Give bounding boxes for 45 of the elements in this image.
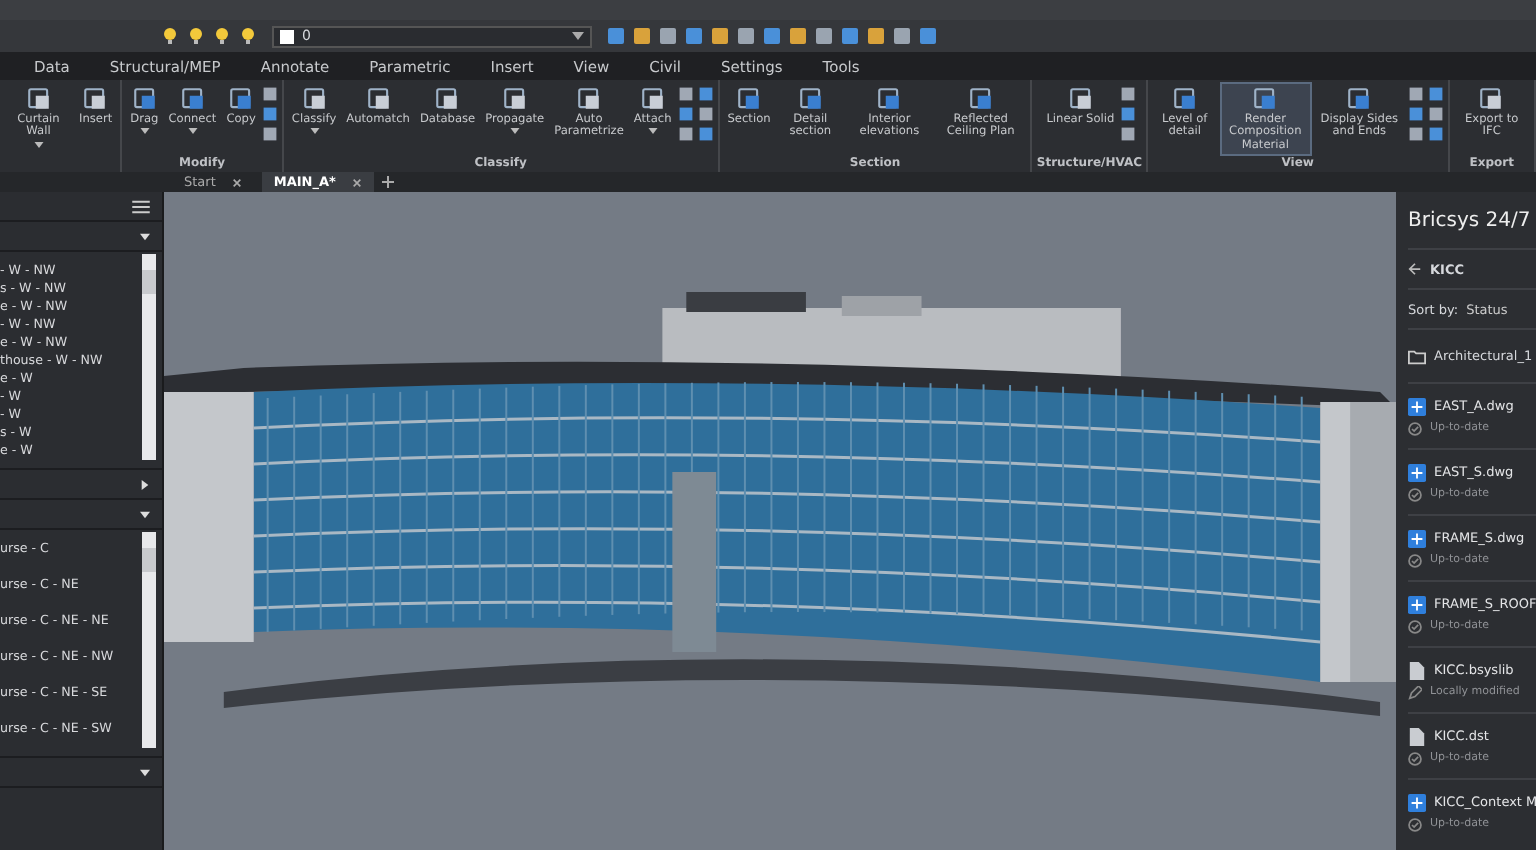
tool-icon: [1478, 86, 1505, 112]
tool-icon: [639, 86, 666, 112]
tool-icon: [1171, 86, 1198, 112]
close-icon[interactable]: [351, 177, 362, 187]
drawing-file-icon: [1408, 529, 1426, 547]
tool-icon: [1252, 86, 1279, 112]
tool-icon: [25, 86, 52, 112]
tool-icon: [301, 86, 328, 112]
tool-icon: [967, 86, 994, 112]
scrollbar[interactable]: [142, 532, 156, 748]
drawing-file-icon: [1408, 463, 1426, 481]
menu-icon[interactable]: [132, 199, 150, 213]
drawing-file-icon: [1408, 595, 1426, 613]
drawing-file-icon: [1408, 397, 1426, 415]
caret-icon[interactable]: [140, 479, 150, 489]
tool-icon: [736, 86, 763, 112]
tool-icon: [576, 86, 603, 112]
tool-icon: [434, 86, 461, 112]
tool-icon: [228, 86, 255, 112]
tool-icon: [131, 86, 158, 112]
tool-icon: [179, 86, 206, 112]
caret-icon[interactable]: [140, 509, 150, 519]
back-arrow-icon[interactable]: [1408, 262, 1422, 276]
caret-icon[interactable]: [140, 767, 150, 777]
bulb-icon[interactable]: [186, 26, 206, 46]
tool-icon: [1346, 86, 1373, 112]
tool-icon: [797, 86, 824, 112]
tool-icon: [1067, 86, 1094, 112]
plus-icon[interactable]: [381, 176, 394, 188]
bulb-icon[interactable]: [238, 26, 258, 46]
scrollbar[interactable]: [142, 254, 156, 460]
bulb-icon[interactable]: [160, 26, 180, 46]
panel-title: Bricsys 24/7: [1408, 207, 1533, 235]
close-icon[interactable]: [231, 177, 242, 187]
document-icon: [1408, 661, 1426, 679]
bulb-icon[interactable]: [212, 26, 232, 46]
tool-icon: [82, 86, 109, 112]
document-icon: [1408, 727, 1426, 745]
caret-icon[interactable]: [572, 32, 584, 40]
tool-icon: [501, 86, 528, 112]
tool-icon: [876, 86, 903, 112]
folder-icon: [1408, 347, 1426, 365]
caret-icon[interactable]: [140, 231, 150, 241]
drawing-file-icon: [1408, 793, 1426, 811]
tool-icon: [365, 86, 392, 112]
